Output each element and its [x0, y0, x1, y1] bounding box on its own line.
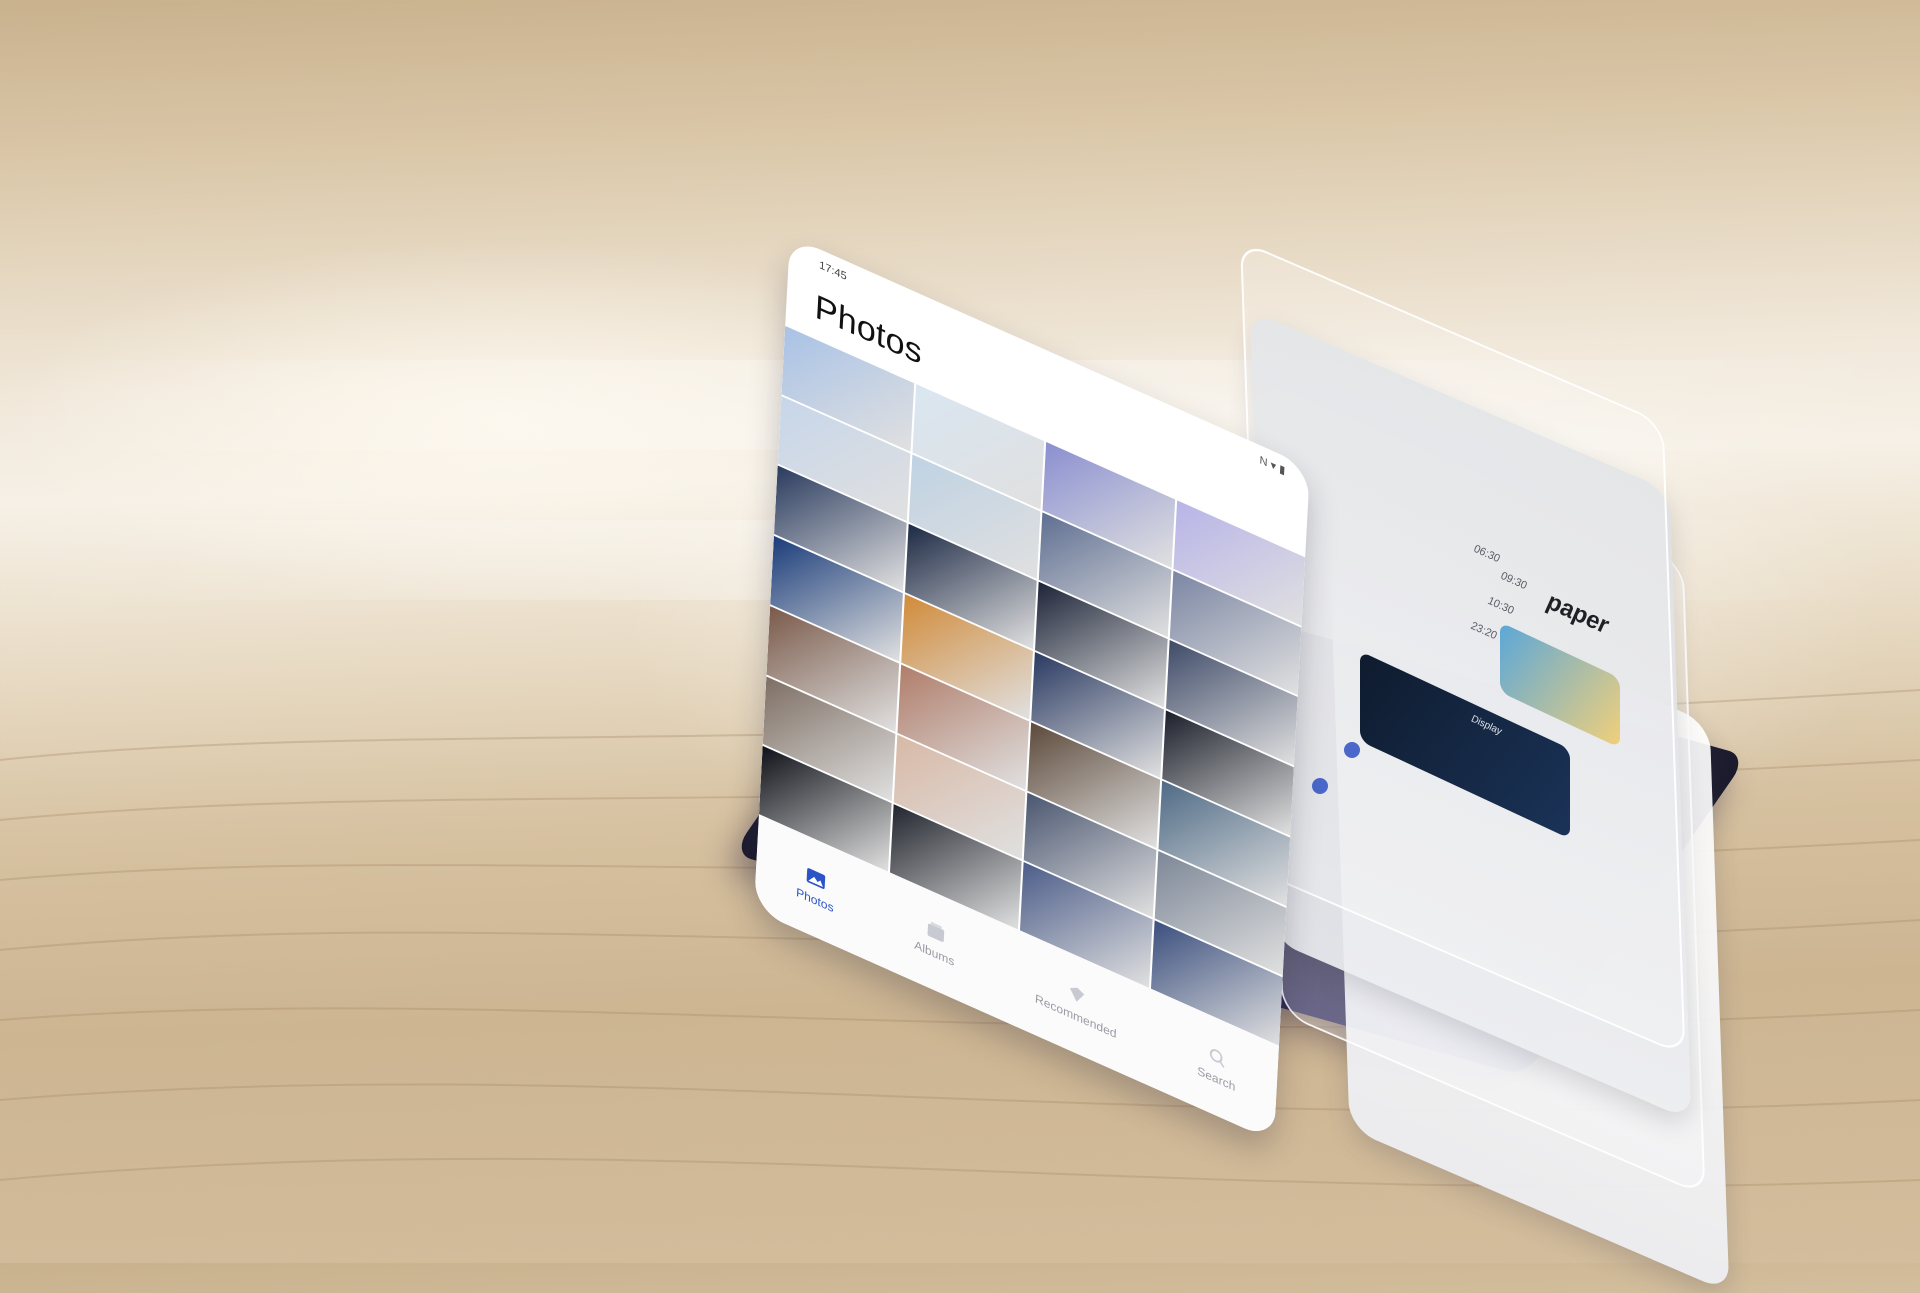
- nav-search[interactable]: Search: [1197, 1040, 1237, 1094]
- nav-label: Photos: [795, 884, 834, 916]
- nav-photos[interactable]: Photos: [796, 861, 835, 915]
- albums-icon: [927, 921, 944, 942]
- indicator-dot: [1312, 778, 1328, 794]
- indicator-dot: [1344, 742, 1360, 758]
- nav-albums[interactable]: Albums: [914, 914, 956, 969]
- recommended-icon: [1069, 987, 1085, 1002]
- nav-label: Albums: [913, 937, 955, 970]
- photos-screen: 17:45 N ▾ ▮ Photos Photos Albums Recomme…: [753, 236, 1310, 1142]
- status-time: 17:45: [818, 259, 848, 284]
- nav-recommended[interactable]: Recommended: [1035, 968, 1118, 1041]
- status-icons: N ▾ ▮: [1259, 454, 1286, 478]
- search-icon: [1209, 1048, 1225, 1068]
- phone-scene: paper 06:30 09:30 10:30 23:20 Display 17…: [0, 0, 1920, 1293]
- nav-label: Search: [1196, 1063, 1236, 1095]
- photos-icon: [806, 868, 826, 889]
